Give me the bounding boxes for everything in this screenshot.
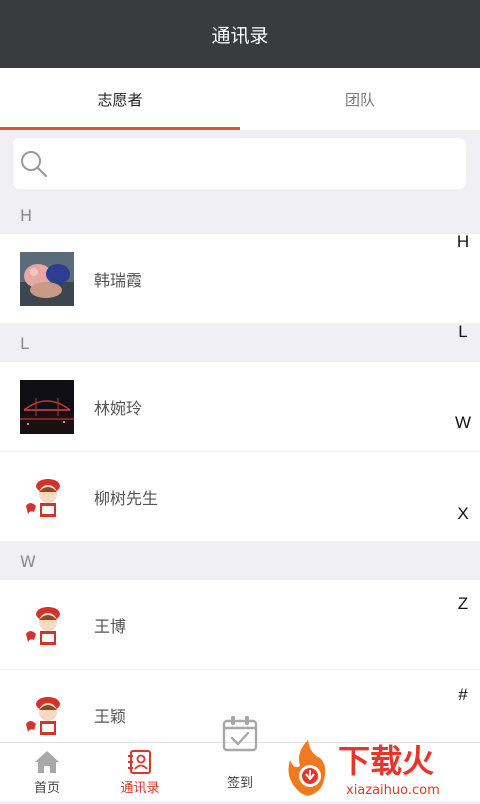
section-header-l: L: [0, 324, 480, 362]
watermark-url: xiazaihuo.com: [346, 783, 440, 798]
avatar: [20, 597, 74, 652]
search-area: [0, 130, 480, 196]
avatar: [20, 687, 74, 742]
watermark-brand: 下载火: [338, 742, 434, 780]
nav-checkin-label: 签到: [226, 776, 253, 791]
contact-row[interactable]: 林婉玲: [0, 362, 480, 452]
title-bar: 通讯录: [0, 0, 480, 68]
alphabet-index[interactable]: H L W X Z #: [446, 222, 480, 722]
index-letter-w[interactable]: W: [446, 413, 480, 433]
contact-name: 韩瑞霞: [94, 270, 143, 290]
search-icon: [21, 151, 48, 178]
nav-home-label: 首页: [33, 781, 60, 796]
nav-contacts-label: 通讯录: [120, 781, 160, 796]
index-letter-x[interactable]: X: [446, 504, 480, 524]
tab-teams[interactable]: 团队: [240, 68, 480, 130]
watermark-logo: 下载火 xiazaihuo.com: [282, 736, 480, 800]
avatar: [20, 251, 74, 306]
contact-row[interactable]: 王博: [0, 580, 480, 670]
contact-name: 王博: [94, 616, 127, 636]
contact-list: H 韩瑞霞 L 林婉玲 柳树先生 W 王博 王颖: [0, 196, 480, 760]
section-header-w: W: [0, 542, 480, 580]
contact-name: 柳树先生: [94, 488, 159, 508]
home-icon: [35, 751, 59, 773]
nav-home[interactable]: 首页: [0, 743, 97, 801]
avatar: [20, 379, 74, 434]
calendar-check-icon: [222, 716, 258, 752]
contact-row[interactable]: 韩瑞霞: [0, 234, 480, 324]
index-letter-l[interactable]: L: [446, 322, 480, 342]
tab-volunteers[interactable]: 志愿者: [0, 68, 240, 130]
search-input[interactable]: [57, 146, 456, 182]
contact-row[interactable]: 柳树先生: [0, 452, 480, 542]
index-letter-h[interactable]: H: [446, 232, 480, 252]
page-title: 通讯录: [211, 24, 269, 47]
contact-name: 王颖: [94, 706, 127, 726]
tab-bar: 志愿者 团队: [0, 68, 480, 130]
address-book-icon: [128, 750, 151, 774]
section-header-h: H: [0, 196, 480, 234]
index-letter-hash[interactable]: #: [446, 685, 480, 705]
contact-name: 林婉玲: [94, 398, 143, 418]
avatar: [20, 469, 74, 524]
search-box[interactable]: [13, 138, 466, 189]
index-letter-z[interactable]: Z: [446, 594, 480, 614]
nav-contacts[interactable]: 通讯录: [90, 743, 190, 801]
nav-checkin[interactable]: 签到: [192, 704, 288, 800]
